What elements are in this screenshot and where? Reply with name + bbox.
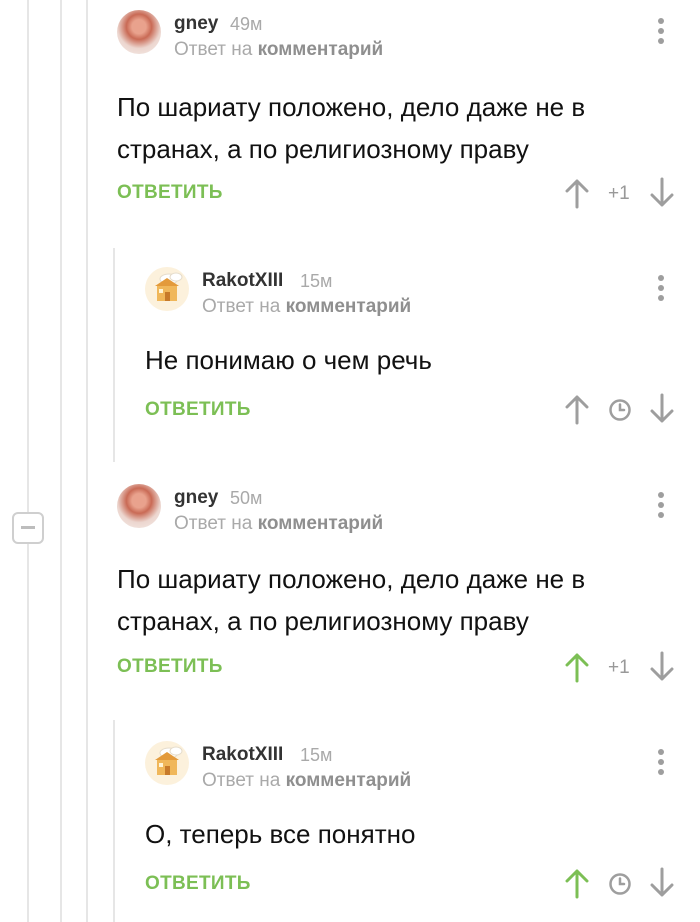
comment-text: О, теперь все понятно xyxy=(145,813,415,855)
comment-text: По шариату положено, дело даже не в стра… xyxy=(117,86,585,170)
comment-text-line: Не понимаю о чем речь xyxy=(145,345,432,375)
thread-line-level3 xyxy=(86,0,88,922)
reply-to-info: Ответ на комментарий xyxy=(174,39,383,61)
reply-button[interactable]: ОТВЕТИТЬ xyxy=(145,873,251,895)
comment-text-line: странах, а по религиозному праву xyxy=(117,134,529,164)
reply-to-link[interactable]: комментарий xyxy=(258,39,384,60)
comment-time: 15м xyxy=(300,271,333,291)
avatar[interactable] xyxy=(117,10,161,54)
avatar[interactable] xyxy=(145,267,189,311)
comment-text: По шариату положено, дело даже не в стра… xyxy=(117,558,585,642)
comment-author[interactable]: gney xyxy=(174,487,218,509)
thread-line-reply xyxy=(113,720,115,922)
house-icon xyxy=(155,272,183,301)
thread-line-level2 xyxy=(60,0,62,922)
comment-author[interactable]: RakotXIII xyxy=(202,270,283,292)
downvote-arrow-icon[interactable] xyxy=(650,867,674,899)
thread-line-outer xyxy=(27,544,29,922)
downvote-arrow-icon[interactable] xyxy=(650,651,674,683)
reply-to-info: Ответ на комментарий xyxy=(202,770,411,792)
comment-text-line: О, теперь все понятно xyxy=(145,819,416,849)
avatar[interactable] xyxy=(117,484,161,528)
comment-text: Не понимаю о чем речь xyxy=(145,339,432,381)
upvote-arrow-icon[interactable] xyxy=(565,177,589,209)
reply-to-prefix: Ответ на xyxy=(174,513,253,534)
downvote-arrow-icon[interactable] xyxy=(650,177,674,209)
comment-author[interactable]: gney xyxy=(174,13,218,35)
reply-button[interactable]: ОТВЕТИТЬ xyxy=(117,182,223,204)
reply-to-prefix: Ответ на xyxy=(202,296,281,317)
reply-button[interactable]: ОТВЕТИТЬ xyxy=(145,399,251,421)
collapse-thread-button[interactable] xyxy=(12,512,44,544)
thread-line-outer xyxy=(27,0,29,512)
reply-to-prefix: Ответ на xyxy=(202,770,281,791)
comment-time: 49м xyxy=(230,14,263,34)
reply-to-prefix: Ответ на xyxy=(174,39,253,60)
comment: RakotXIII 15м Ответ на комментарий О, те… xyxy=(145,741,677,906)
upvote-arrow-icon[interactable] xyxy=(565,393,589,425)
comment-time: 50м xyxy=(230,488,263,508)
reply-button[interactable]: ОТВЕТИТЬ xyxy=(117,656,223,678)
comment: gney 49м Ответ на комментарий По шариату… xyxy=(117,10,677,215)
reply-to-info: Ответ на комментарий xyxy=(174,513,383,535)
rating-value: +1 xyxy=(608,183,630,204)
clock-icon xyxy=(609,873,631,895)
comment-time: 15м xyxy=(300,745,333,765)
comment-text-line: По шариату положено, дело даже не в xyxy=(117,92,586,122)
comment: gney 50м Ответ на комментарий По шариату… xyxy=(117,484,677,689)
downvote-arrow-icon[interactable] xyxy=(650,393,674,425)
more-options-icon[interactable] xyxy=(658,749,664,779)
rating-value: +1 xyxy=(608,657,630,678)
comment-text-line: странах, а по религиозному праву xyxy=(117,606,529,636)
thread-line-reply xyxy=(113,248,115,462)
reply-to-link[interactable]: комментарий xyxy=(286,770,412,791)
more-options-icon[interactable] xyxy=(658,492,664,522)
comment-text-line: По шариату положено, дело даже не в xyxy=(117,564,586,594)
clock-icon xyxy=(609,399,631,421)
house-icon xyxy=(155,746,183,775)
upvote-arrow-icon[interactable] xyxy=(565,867,589,899)
upvote-arrow-icon[interactable] xyxy=(565,651,589,683)
comment-author[interactable]: RakotXIII xyxy=(202,744,283,766)
reply-to-link[interactable]: комментарий xyxy=(258,513,384,534)
more-options-icon[interactable] xyxy=(658,275,664,305)
avatar[interactable] xyxy=(145,741,189,785)
comment: RakotXIII 15м Ответ на комментарий Не по… xyxy=(145,267,677,432)
reply-to-info: Ответ на комментарий xyxy=(202,296,411,318)
more-options-icon[interactable] xyxy=(658,18,664,48)
reply-to-link[interactable]: комментарий xyxy=(286,296,412,317)
